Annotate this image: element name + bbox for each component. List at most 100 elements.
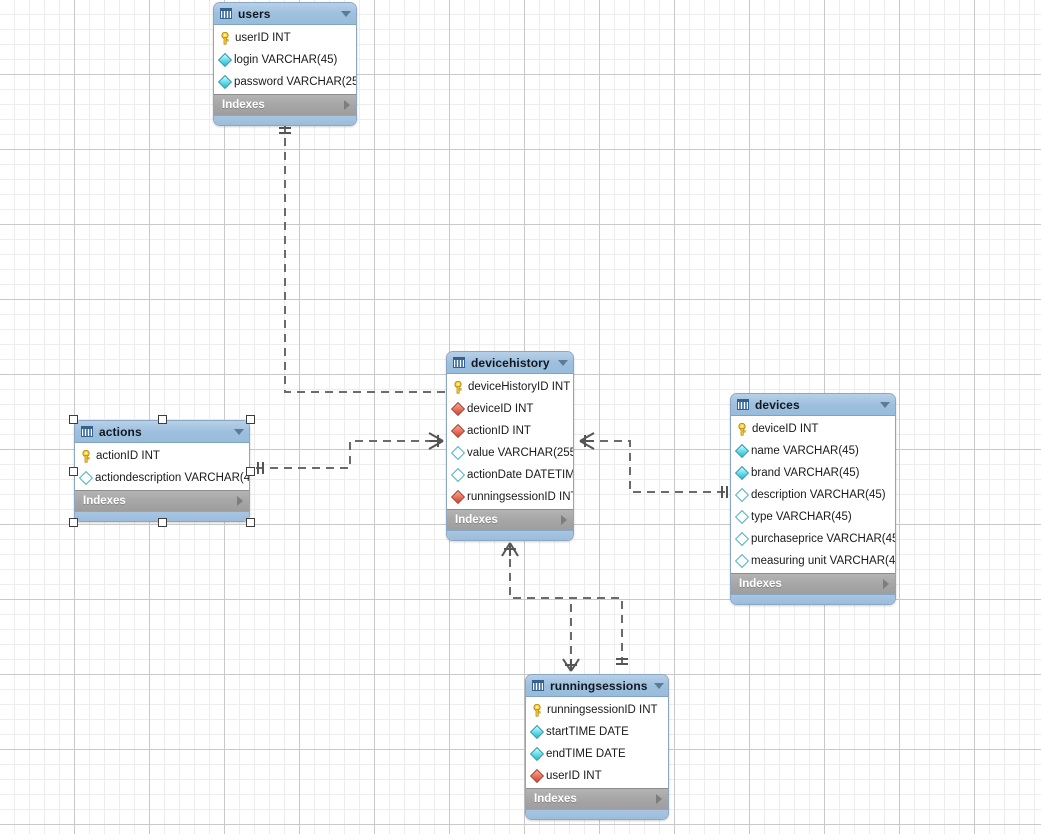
selection-handle-3[interactable]: [69, 466, 78, 476]
primary-key-icon: [82, 449, 90, 463]
selection-handle-1[interactable]: [157, 415, 167, 424]
table-column-row[interactable]: login VARCHAR(45): [214, 49, 356, 71]
table-column-row[interactable]: deviceHistoryID INT: [447, 376, 573, 398]
column-label: deviceID INT: [467, 403, 534, 415]
table-column-row[interactable]: type VARCHAR(45): [731, 506, 895, 528]
table-column-row[interactable]: deviceID INT: [447, 398, 573, 420]
table-name-label: runningsessions: [550, 678, 648, 693]
table-column-row[interactable]: brand VARCHAR(45): [731, 462, 895, 484]
column-label: actiondescription VARCHAR(45): [95, 472, 250, 484]
table-runningsessions[interactable]: runningsessions runningsessionID INT start…: [525, 674, 669, 820]
indexes-section-runningsessions[interactable]: Indexes: [526, 788, 668, 809]
table-header-users[interactable]: users: [214, 3, 356, 25]
table-icon: [737, 399, 749, 410]
table-name-label: devices: [755, 397, 800, 412]
table-column-row[interactable]: actionDate DATETIME: [447, 464, 573, 486]
table-column-row[interactable]: runningsessionID INT: [447, 486, 573, 508]
table-column-row[interactable]: value VARCHAR(255): [447, 442, 573, 464]
table-columns-devices: deviceID INT name VARCHAR(45) brand VARCHA…: [731, 416, 895, 573]
table-column-row[interactable]: measuring unit VARCHAR(45): [731, 550, 895, 572]
nullable-column-icon: [78, 470, 94, 486]
column-label: runningsessionID INT: [547, 704, 658, 716]
selection-handle-0[interactable]: [69, 415, 78, 424]
primary-key-icon: [221, 31, 229, 45]
table-column-row[interactable]: actionID INT: [447, 420, 573, 442]
selection-handle-4[interactable]: [246, 466, 255, 476]
table-icon: [81, 426, 93, 437]
nullable-column-icon: [734, 553, 750, 569]
column-label: brand VARCHAR(45): [751, 467, 860, 479]
table-column-row[interactable]: runningsessionID INT: [526, 699, 668, 721]
chevron-down-icon[interactable]: [880, 401, 890, 408]
chevron-down-icon[interactable]: [234, 428, 244, 435]
column-label: description VARCHAR(45): [751, 489, 886, 501]
column-label: startTIME DATE: [546, 726, 629, 738]
indexes-section-devices[interactable]: Indexes: [731, 573, 895, 594]
column-label: type VARCHAR(45): [751, 511, 852, 523]
column-label: userID INT: [235, 32, 291, 44]
column-label: runningsessionID INT: [467, 491, 574, 503]
chevron-right-icon[interactable]: [344, 100, 350, 110]
primary-key-icon: [738, 422, 746, 436]
table-name-label: users: [238, 6, 271, 21]
indexes-label: Indexes: [83, 495, 126, 507]
selection-handle-2[interactable]: [246, 415, 255, 424]
column-label: userID INT: [546, 770, 602, 782]
column-label: name VARCHAR(45): [751, 445, 859, 457]
table-header-devices[interactable]: devices: [731, 394, 895, 416]
indexes-section-devicehistory[interactable]: Indexes: [447, 509, 573, 530]
foreign-key-icon: [450, 401, 466, 417]
column-label: actionID INT: [467, 425, 531, 437]
table-column-row[interactable]: purchaseprice VARCHAR(45): [731, 528, 895, 550]
table-name-label: devicehistory: [471, 355, 550, 370]
chevron-right-icon[interactable]: [237, 496, 243, 506]
primary-key-icon: [533, 703, 541, 717]
table-header-devicehistory[interactable]: devicehistory: [447, 352, 573, 374]
selection-handle-6[interactable]: [157, 518, 167, 527]
indexes-label: Indexes: [222, 99, 265, 111]
selection-handle-5[interactable]: [69, 518, 78, 527]
table-column-row[interactable]: deviceID INT: [731, 418, 895, 440]
column-label: deviceHistoryID INT: [468, 381, 571, 393]
column-label: actionDate DATETIME: [467, 469, 574, 481]
not-null-column-icon: [734, 443, 750, 459]
chevron-right-icon[interactable]: [656, 794, 662, 804]
table-columns-runningsessions: runningsessionID INT startTIME DATE endTIM…: [526, 697, 668, 788]
table-column-row[interactable]: name VARCHAR(45): [731, 440, 895, 462]
table-column-row[interactable]: description VARCHAR(45): [731, 484, 895, 506]
indexes-label: Indexes: [534, 793, 577, 805]
chevron-down-icon[interactable]: [558, 359, 568, 366]
table-header-actions[interactable]: actions: [75, 421, 249, 443]
table-footer: [526, 809, 668, 819]
table-column-row[interactable]: actiondescription VARCHAR(45): [75, 467, 249, 489]
indexes-section-actions[interactable]: Indexes: [75, 490, 249, 511]
table-column-row[interactable]: endTIME DATE: [526, 743, 668, 765]
nullable-column-icon: [450, 467, 466, 483]
table-footer: [731, 594, 895, 604]
foreign-key-icon: [450, 489, 466, 505]
foreign-key-icon: [450, 423, 466, 439]
chevron-down-icon[interactable]: [653, 682, 664, 689]
table-column-row[interactable]: userID INT: [526, 765, 668, 787]
table-header-runningsessions[interactable]: runningsessions: [526, 675, 668, 697]
indexes-section-users[interactable]: Indexes: [214, 94, 356, 115]
chevron-right-icon[interactable]: [561, 515, 567, 525]
chevron-down-icon[interactable]: [341, 10, 351, 17]
nullable-column-icon: [734, 531, 750, 547]
table-users[interactable]: users userID INT login VARCHAR(45) password…: [213, 2, 357, 126]
table-actions[interactable]: actions actionID INT actiondescription VAR…: [74, 420, 250, 522]
indexes-label: Indexes: [739, 578, 782, 590]
column-label: deviceID INT: [752, 423, 819, 435]
table-column-row[interactable]: userID INT: [214, 27, 356, 49]
table-footer: [447, 530, 573, 540]
table-column-row[interactable]: password VARCHAR(255): [214, 71, 356, 93]
selection-handle-7[interactable]: [246, 518, 255, 527]
table-devicehistory[interactable]: devicehistory deviceHistoryID INT deviceID…: [446, 351, 574, 541]
column-label: password VARCHAR(255): [234, 76, 357, 88]
chevron-right-icon[interactable]: [883, 579, 889, 589]
nullable-column-icon: [450, 445, 466, 461]
table-devices[interactable]: devices deviceID INT name VARCHAR(45) brand…: [730, 393, 896, 605]
table-column-row[interactable]: actionID INT: [75, 445, 249, 467]
table-column-row[interactable]: startTIME DATE: [526, 721, 668, 743]
not-null-column-icon: [529, 724, 545, 740]
